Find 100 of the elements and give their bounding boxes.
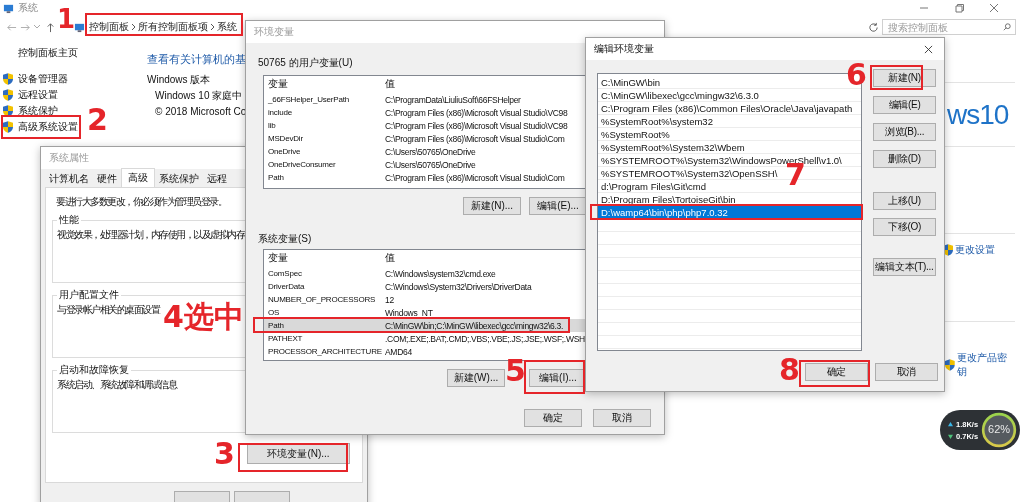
table-cell: AMD64 bbox=[385, 346, 412, 357]
table-cell: C:\ProgramData\LiuliuSoft\66FSHelper bbox=[385, 94, 521, 105]
table-cell: Windows_NT bbox=[385, 307, 433, 318]
step-number: 4选中 bbox=[163, 302, 244, 332]
caret-icon[interactable] bbox=[34, 25, 40, 29]
highlight-frame bbox=[870, 65, 923, 90]
search-field[interactable]: 搜索控制面板 bbox=[882, 19, 1016, 35]
column-header: 变量 bbox=[267, 251, 289, 265]
highlight-frame bbox=[524, 360, 585, 394]
table-cell: C:\Program Files (x86)\Microsoft Visual Studio\VC98 bbox=[385, 107, 568, 118]
up-arrow-icon[interactable] bbox=[45, 21, 56, 33]
dialog-button[interactable]: 上移(U) bbox=[873, 192, 936, 210]
table-cell: .COM;.EXE;.BAT;.CMD;.VBS;.VBE;.JS;.JSE;.WSF;.WSH; bbox=[385, 333, 587, 344]
gauge-ring bbox=[980, 411, 1019, 449]
group-description: 与登录帐户相关的桌面设置 bbox=[57, 304, 159, 316]
step-number: 8 bbox=[779, 355, 800, 385]
dialog-button[interactable]: 编辑(E)... bbox=[529, 197, 587, 215]
table-cell-text: ComSpec bbox=[267, 269, 303, 278]
shield-icon bbox=[3, 73, 13, 85]
dialog-button[interactable]: 确定 bbox=[524, 409, 582, 427]
product-key-link[interactable]: 更改产品密钥 bbox=[956, 351, 1015, 379]
breadcrumb-item[interactable]: 所有控制面板项 bbox=[138, 20, 208, 34]
group-title: 用户配置文件 bbox=[58, 288, 120, 302]
column-header: 值 bbox=[385, 251, 395, 265]
chevron-icon bbox=[131, 23, 136, 31]
search-icon[interactable] bbox=[1003, 23, 1011, 31]
sidebar-item[interactable]: 设备管理器 bbox=[18, 72, 68, 86]
info-text: Windows 10 家庭中 bbox=[155, 90, 243, 102]
table-cell: C:\Users\50765\OneDrive bbox=[385, 159, 476, 170]
table-cell: C:\Windows\System32\Drivers\DriverData bbox=[385, 281, 532, 292]
dialog-button[interactable]: 删除(D) bbox=[873, 150, 936, 168]
section-label: Windows 版本 bbox=[147, 74, 211, 86]
dialog-button[interactable]: 新建(N) bbox=[873, 69, 936, 87]
section-label: 系统变量(S) bbox=[258, 233, 313, 245]
tab[interactable]: 系统保护 bbox=[155, 171, 203, 187]
dialog-title: 编辑环境变量 bbox=[594, 42, 654, 56]
breadcrumb-item[interactable]: 系统 bbox=[217, 20, 237, 34]
group-description: 系统启动、系统故障和调试信息 bbox=[57, 379, 176, 391]
dialog-button[interactable]: 编辑文本(T)... bbox=[873, 258, 936, 276]
window-title: 系统 bbox=[18, 1, 38, 15]
breadcrumb-item[interactable]: 控制面板 bbox=[89, 20, 129, 34]
group-title: 性能 bbox=[58, 213, 80, 227]
logo-text: ws10 bbox=[947, 98, 1009, 131]
dialog-button[interactable]: 下移(O) bbox=[873, 218, 936, 236]
dialog-button[interactable]: 新建(N)... bbox=[463, 197, 521, 215]
table-cell: C:\Program Files (x86)\Microsoft Visual Studio\Com bbox=[385, 133, 565, 144]
dialog-button[interactable]: 新建(W)... bbox=[447, 369, 505, 387]
group-description: 视觉效果，处理器计划，内存使用，以及虚拟内存 bbox=[57, 229, 244, 241]
chevron-icon bbox=[210, 23, 215, 31]
table-cell: C:\Program Files (x86)\Microsoft Visual Studio\VC98 bbox=[385, 120, 568, 131]
step-number: 3 bbox=[214, 439, 235, 469]
tab[interactable]: 硬件 bbox=[93, 171, 121, 187]
table-cell-text: PATHEXT bbox=[267, 334, 304, 343]
table-cell-text: Path bbox=[267, 173, 285, 182]
column-header: 变量 bbox=[267, 77, 289, 91]
close-icon[interactable] bbox=[924, 44, 933, 54]
tab[interactable]: 远程 bbox=[203, 171, 231, 187]
step-number: 6 bbox=[846, 60, 867, 90]
shield-icon bbox=[3, 105, 13, 117]
dialog-button[interactable]: 取消 bbox=[593, 409, 651, 427]
tab[interactable]: 高级 bbox=[121, 168, 155, 187]
dialog-button[interactable]: 取消 bbox=[875, 363, 938, 381]
table-cell-text: OneDrive bbox=[267, 147, 302, 156]
dialog-button[interactable]: 编辑(E) bbox=[873, 96, 936, 114]
list-item-text: D:\wamp64\bin\php\php7.0.32 bbox=[601, 207, 728, 218]
step-number: 2 bbox=[87, 105, 108, 135]
step-number: 1 bbox=[57, 6, 74, 32]
maximize-icon[interactable] bbox=[954, 3, 964, 13]
table-cell-text: PROCESSOR_ARCHITECTURE bbox=[267, 347, 383, 356]
table-cell-text: DriverData bbox=[267, 282, 306, 291]
sidebar-item[interactable]: 系统保护 bbox=[18, 104, 58, 118]
table-cell-text: include bbox=[267, 108, 293, 117]
table-cell: C:\MinGW\bin;C:\MinGW\libexec\gcc\mingw32\6.3. bbox=[385, 320, 563, 331]
notice-text: 要进行大多数更改，你必须作为管理员登录。 bbox=[56, 196, 227, 208]
shield-icon bbox=[3, 89, 13, 101]
highlight-frame bbox=[799, 360, 870, 387]
table-cell-text: OneDriveConsumer bbox=[267, 160, 337, 169]
settings-link[interactable]: 更改设置 bbox=[955, 243, 995, 257]
table-cell: 12 bbox=[385, 294, 394, 305]
dialog-title: 系统属性 bbox=[49, 151, 89, 165]
tab[interactable]: 计算机名 bbox=[45, 171, 93, 187]
sidebar-item[interactable]: 远程设置 bbox=[18, 88, 58, 102]
download-arrow-icon bbox=[948, 433, 953, 439]
refresh-icon[interactable] bbox=[868, 21, 879, 33]
dialog-button[interactable]: 确定 bbox=[805, 363, 868, 381]
table-cell-text: MSDevDir bbox=[267, 134, 304, 143]
sidebar-item[interactable]: 高级系统设置 bbox=[18, 120, 78, 134]
section-label: 50765 的用户变量(U) bbox=[258, 57, 354, 69]
sidebar-link[interactable]: 控制面板主页 bbox=[18, 47, 78, 58]
table-cell-text: Path bbox=[267, 321, 285, 330]
table-cell: C:\Program Files (x86)\Microsoft Visual Studio\Com bbox=[385, 172, 565, 183]
column-header: 值 bbox=[385, 77, 395, 91]
table-cell-text: NUMBER_OF_PROCESSORS bbox=[267, 295, 377, 304]
page-heading: 查看有关计算机的基 bbox=[147, 52, 246, 66]
upload-arrow-icon bbox=[948, 421, 953, 427]
close-icon[interactable] bbox=[989, 3, 999, 13]
percent-reading: 62% bbox=[987, 423, 1012, 435]
dialog-button[interactable]: 浏览(B)... bbox=[873, 123, 936, 141]
table-cell-text: lib bbox=[267, 121, 277, 130]
dialog-title: 环境变量 bbox=[254, 25, 294, 39]
